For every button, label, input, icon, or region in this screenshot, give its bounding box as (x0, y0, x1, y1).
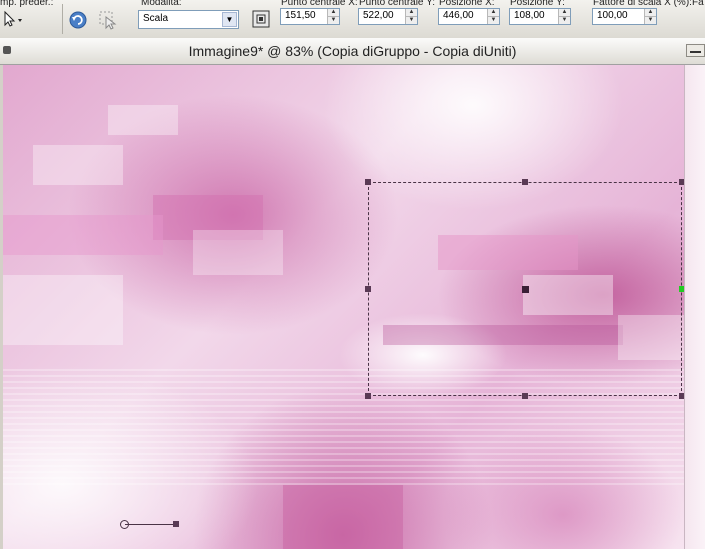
texture-block (33, 145, 123, 185)
pos-x-label: Posizione X: (439, 0, 495, 8)
chevron-down-icon[interactable]: ▼ (222, 12, 237, 27)
pos-y-spinner[interactable]: ▲ ▼ (558, 9, 570, 24)
mode-label: Modalità: (141, 0, 182, 8)
select-tool-icon[interactable] (98, 10, 118, 30)
center-y-value: 522,00 (363, 10, 394, 21)
minimize-button[interactable] (686, 44, 705, 57)
pos-y-field[interactable]: 108,00 ▲ ▼ (509, 8, 571, 25)
pos-x-spinner[interactable]: ▲ ▼ (487, 9, 499, 24)
image-canvas[interactable] (3, 65, 684, 549)
pos-x-value: 446,00 (443, 10, 474, 21)
center-y-spinner[interactable]: ▲ ▼ (405, 9, 417, 24)
window-titlebar[interactable]: Immagine9* @ 83% (Copia diGruppo - Copia… (0, 38, 705, 65)
texture-block (283, 485, 403, 549)
mode-dropdown[interactable]: Scala ▼ (138, 10, 239, 29)
rotation-handle[interactable] (173, 521, 179, 527)
rotation-pivot-handle[interactable] (120, 520, 129, 529)
resize-handle[interactable] (365, 179, 371, 185)
canvas-right-edge (684, 65, 705, 549)
extra-label: Fa (692, 0, 704, 8)
texture-block (193, 230, 283, 275)
texture-block (108, 105, 178, 135)
texture-block (3, 275, 123, 345)
tool-options-bar: mp. preder.: Modalità: Scala ▼ Punto cen… (0, 0, 705, 39)
toolbar-separator (62, 4, 63, 34)
scale-x-label: Fattore di scala X (%): (593, 0, 692, 8)
pick-tool-icon[interactable] (2, 10, 24, 28)
window-title: Immagine9* @ 83% (Copia diGruppo - Copia… (188, 43, 517, 59)
texture-block (3, 215, 163, 255)
scale-x-spinner[interactable]: ▲ ▼ (644, 9, 656, 24)
pos-y-value: 108,00 (514, 10, 545, 21)
transform-icon[interactable] (252, 10, 270, 28)
document-window: Immagine9* @ 83% (Copia diGruppo - Copia… (0, 38, 705, 549)
scale-x-value: 100,00 (597, 10, 628, 21)
center-x-spinner[interactable]: ▲ ▼ (327, 9, 339, 24)
preset-label: mp. preder.: (0, 0, 54, 8)
center-point-handle[interactable] (522, 286, 529, 293)
resize-handle[interactable] (365, 286, 371, 292)
center-x-label: Punto centrale X: (281, 0, 358, 8)
resize-handle[interactable] (522, 393, 528, 399)
pos-y-label: Posizione Y: (510, 0, 565, 8)
resize-handle[interactable] (522, 179, 528, 185)
center-x-value: 151,50 (285, 10, 316, 21)
mode-value: Scala (143, 13, 169, 24)
scale-x-field[interactable]: 100,00 ▲ ▼ (592, 8, 657, 25)
resize-handle[interactable] (365, 393, 371, 399)
center-y-label: Punto centrale Y: (359, 0, 435, 8)
center-y-field[interactable]: 522,00 ▲ ▼ (358, 8, 418, 25)
reset-icon[interactable] (68, 10, 88, 30)
pos-x-field[interactable]: 446,00 ▲ ▼ (438, 8, 500, 25)
center-x-field[interactable]: 151,50 ▲ ▼ (280, 8, 340, 25)
rotation-pivot-line (125, 524, 177, 525)
